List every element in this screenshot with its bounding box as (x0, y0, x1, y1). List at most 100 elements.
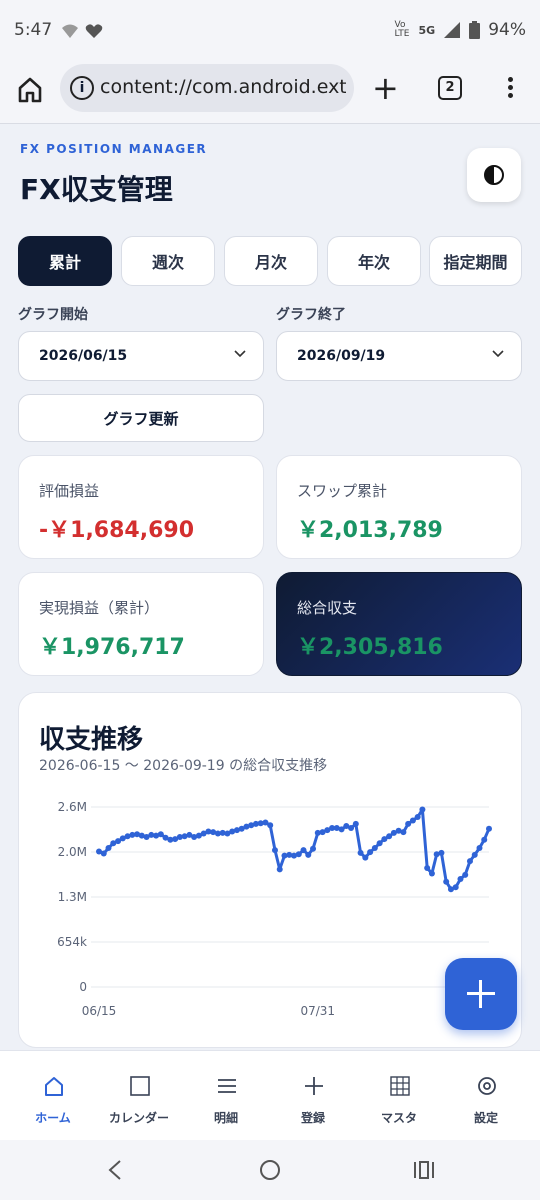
wifi-icon (62, 24, 78, 38)
recents-icon[interactable] (412, 1160, 436, 1180)
kpi-realized-card: 実現損益（累計） ￥1,976,717 (18, 572, 264, 676)
signal-icon (444, 22, 461, 38)
tab-weekly[interactable]: 週次 (121, 236, 215, 286)
theme-toggle-button[interactable] (467, 148, 521, 202)
tab-yearly[interactable]: 年次 (327, 236, 421, 286)
data-point (466, 858, 473, 865)
chevron-down-icon (234, 350, 246, 358)
grid-icon (390, 1076, 410, 1096)
new-tab-button[interactable]: + (372, 72, 399, 104)
data-point (362, 854, 369, 861)
data-point (352, 820, 359, 827)
nav-home[interactable]: ホーム (10, 1051, 96, 1141)
update-chart-button[interactable]: グラフ更新 (18, 394, 264, 442)
data-point (428, 870, 435, 877)
back-icon[interactable] (106, 1159, 124, 1181)
home-circle-icon[interactable] (258, 1158, 282, 1182)
browser-toolbar: i content://com.android.exter + 2 (0, 60, 540, 124)
data-point (371, 845, 378, 852)
status-right: Vo LTE 5G 94% (395, 20, 526, 40)
x-tick-label: 07/31 (300, 1004, 335, 1018)
data-point (348, 825, 355, 832)
nav-label: 設定 (473, 1111, 498, 1125)
calendar-icon (130, 1076, 150, 1096)
y-tick-label: 654k (57, 935, 87, 949)
plus-icon (305, 1077, 323, 1095)
data-point (476, 845, 483, 852)
data-point (300, 847, 307, 854)
nav-calendar[interactable]: カレンダー (96, 1051, 182, 1141)
data-point (486, 825, 492, 832)
data-point (310, 845, 317, 852)
kpi-value: ￥2,013,789 (297, 518, 443, 543)
add-entry-fab[interactable] (445, 958, 517, 1030)
chevron-down-icon (492, 350, 504, 358)
data-point (367, 849, 374, 856)
kpi-value: -￥1,684,690 (39, 518, 194, 543)
kpi-label: 実現損益（累計） (39, 599, 160, 617)
data-point (424, 864, 431, 871)
browser-home-button[interactable] (14, 74, 46, 106)
volte-label: Vo LTE (394, 20, 410, 39)
network-label: 5G (418, 23, 436, 37)
data-point (481, 836, 488, 843)
browser-menu-button[interactable] (500, 74, 520, 104)
tab-custom-range[interactable]: 指定期間 (429, 236, 522, 286)
y-tick-label: 0 (79, 980, 87, 994)
end-date-select[interactable]: 2026/09/19 (276, 331, 522, 381)
url-text[interactable]: content://com.android.exter (100, 76, 346, 98)
kpi-label: 総合収支 (297, 599, 358, 617)
gear-icon (478, 1077, 496, 1095)
kpi-value: ￥1,976,717 (39, 635, 185, 660)
site-info-icon[interactable]: i (70, 76, 94, 100)
url-bar[interactable]: i content://com.android.exter (60, 64, 354, 112)
data-point (267, 822, 274, 829)
data-point (462, 871, 469, 878)
status-time: 5:47 (14, 20, 53, 40)
battery-icon (469, 21, 481, 39)
x-tick-label: 06/15 (82, 1004, 117, 1018)
app-subtitle: FX POSITION MANAGER (20, 142, 208, 156)
chart-title: 収支推移 (39, 725, 144, 755)
start-date-label: グラフ開始 (18, 307, 88, 323)
data-point (414, 814, 421, 821)
end-date-label: グラフ終了 (276, 307, 346, 323)
data-point (400, 829, 407, 836)
tab-switcher-button[interactable]: 2 (438, 76, 462, 100)
data-point (452, 884, 459, 891)
data-point (295, 851, 302, 858)
kpi-label: スワップ累計 (297, 482, 388, 500)
data-point (419, 806, 426, 813)
nav-label: 登録 (300, 1111, 325, 1125)
battery-level: 94% (488, 20, 526, 40)
status-bar: 5:47 Vo LTE 5G 94% (0, 0, 540, 60)
data-point (100, 850, 107, 857)
period-tabs: 累計 週次 月次 年次 指定期間 (18, 236, 522, 286)
data-point (105, 845, 112, 852)
page-title: FX収支管理 (20, 173, 173, 206)
start-date-select[interactable]: 2026/06/15 (18, 331, 264, 381)
home-icon (45, 1077, 63, 1096)
series-line (98, 808, 491, 891)
end-date-value: 2026/09/19 (297, 348, 386, 364)
data-point (438, 849, 445, 856)
data-point (276, 866, 283, 873)
status-notification-icons (60, 20, 103, 39)
y-tick-label: 1.3M (58, 890, 87, 904)
kpi-total-card: 総合収支 ￥2,305,816 (276, 572, 522, 676)
bottom-nav: ホーム カレンダー 明細 登録 マスタ 設定 (0, 1050, 540, 1140)
system-navigation-bar (0, 1140, 540, 1200)
nav-label: カレンダー (108, 1111, 169, 1125)
nav-details[interactable]: 明細 (183, 1051, 269, 1141)
y-tick-label: 2.0M (58, 845, 87, 859)
nav-register[interactable]: 登録 (270, 1051, 356, 1141)
data-point (443, 878, 450, 885)
home-icon (18, 77, 42, 103)
data-point (357, 849, 364, 856)
nav-master[interactable]: マスタ (356, 1051, 442, 1141)
data-point (271, 847, 278, 854)
kpi-unrealized-card: 評価損益 -￥1,684,690 (18, 455, 264, 559)
nav-settings[interactable]: 設定 (443, 1051, 529, 1141)
tab-monthly[interactable]: 月次 (224, 236, 318, 286)
tab-cumulative[interactable]: 累計 (18, 236, 112, 286)
